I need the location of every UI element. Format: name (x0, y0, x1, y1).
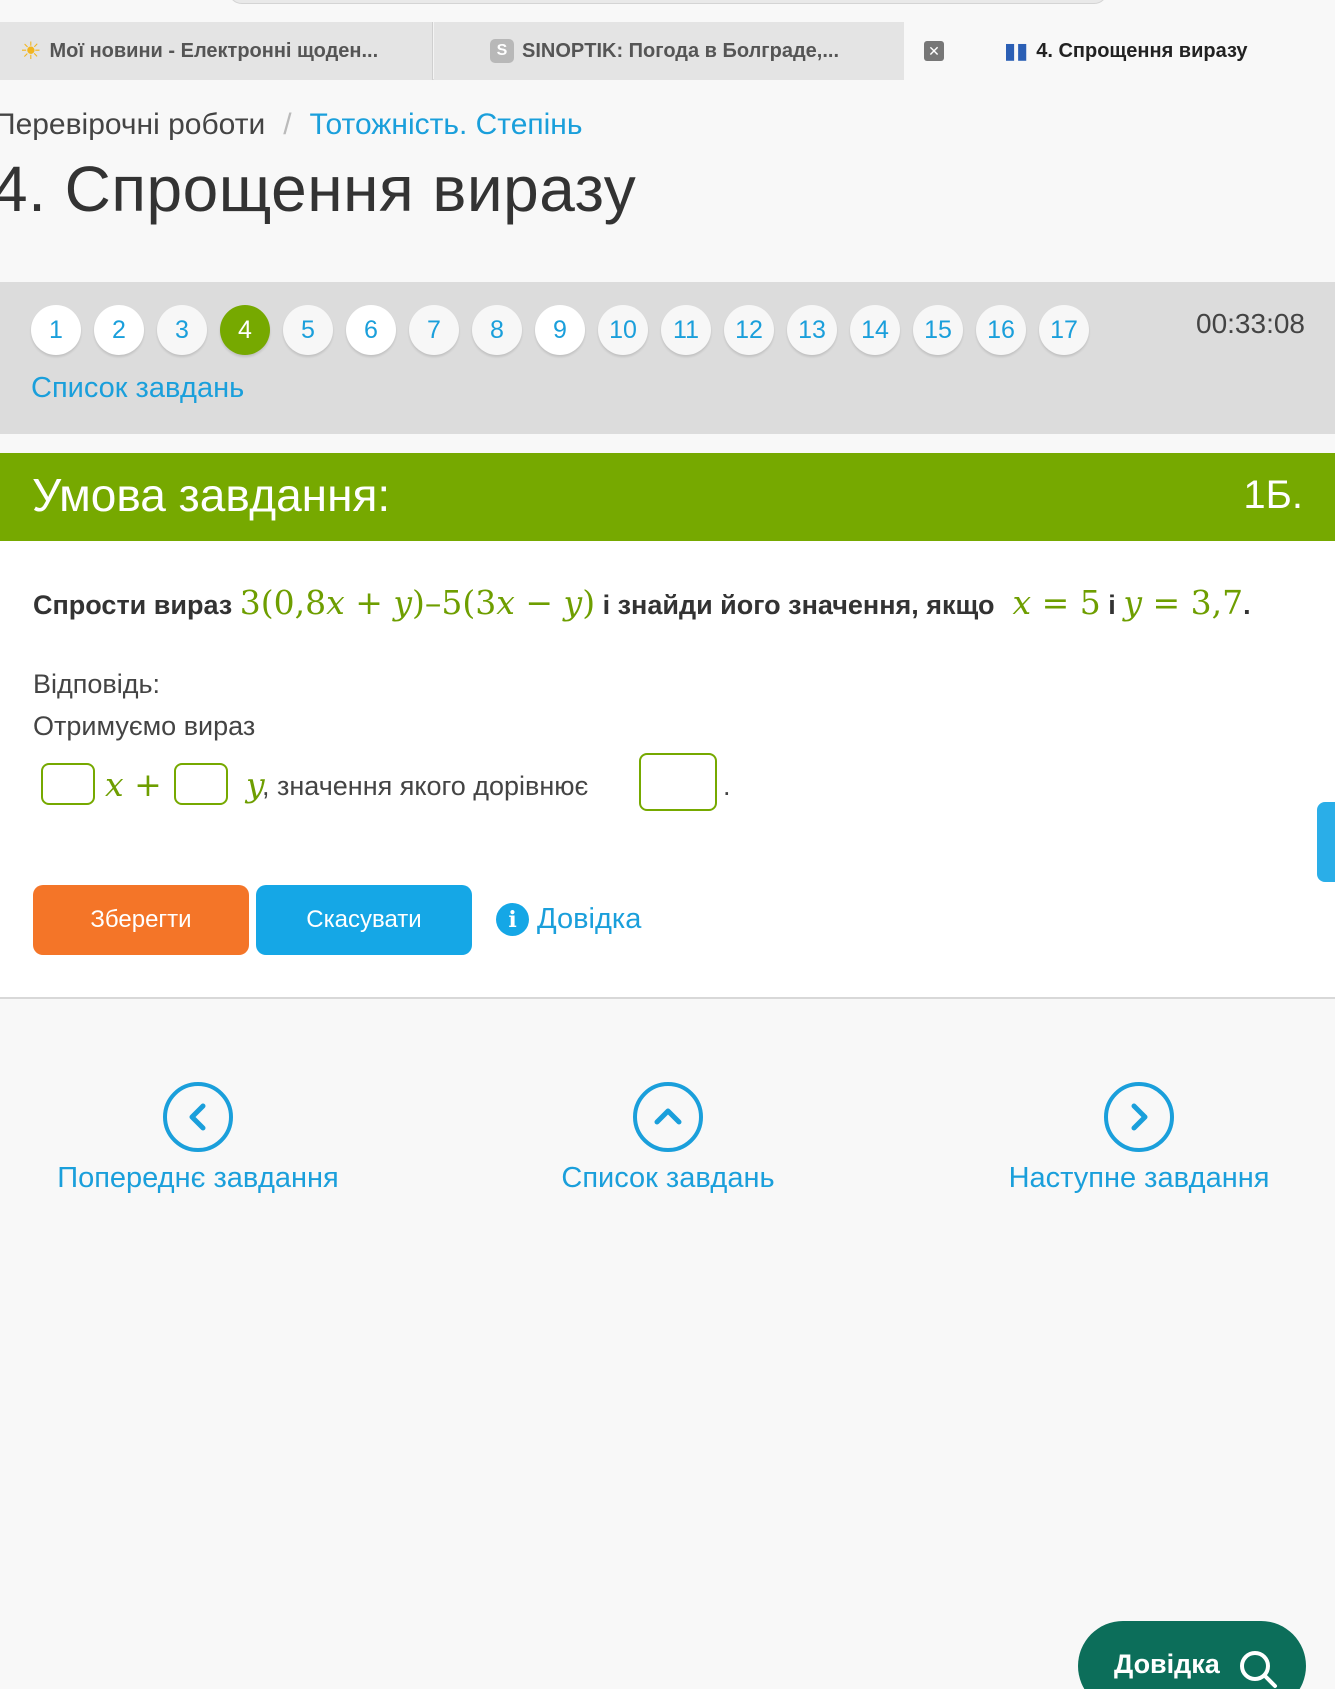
task-number[interactable]: 15 (913, 305, 963, 355)
timer: 00:33:08 (1196, 308, 1305, 339)
points-badge: 1Б. (1243, 473, 1303, 517)
chevron-left-icon (163, 1082, 233, 1152)
chevron-right-icon (1104, 1082, 1174, 1152)
question-prefix: Спрости вираз (33, 590, 233, 620)
previous-task-link[interactable]: Попереднє завдання (48, 1082, 348, 1195)
question-and: і (1108, 590, 1116, 620)
breadcrumb-parent[interactable]: Перевірочні роботи (0, 108, 265, 142)
task-number-active[interactable]: 4 (220, 305, 270, 355)
answer-end: . (723, 771, 731, 801)
condition-title: Умова завдання: (32, 469, 391, 521)
task-number[interactable]: 3 (157, 305, 207, 355)
next-task-label: Наступне завдання (1008, 1162, 1270, 1194)
expression: 3(0,8x + y)–5(3x − y) (239, 583, 596, 622)
task-list-nav-label: Список завдань (561, 1162, 775, 1194)
task-navigation: 1 2 3 4 5 6 7 8 9 10 11 12 13 14 15 16 1… (0, 282, 1335, 434)
answer-value-text: , значення якого дорівнює (262, 771, 589, 801)
answer-var-x: x + (105, 765, 162, 804)
browser-tab-sinoptik[interactable]: S SINOPTIK: Погода в Болграде,... (434, 22, 904, 80)
browser-tab-news[interactable]: ☀ Мої новини - Електронні щоден... (0, 22, 433, 80)
side-feedback-tab[interactable] (1317, 802, 1335, 882)
task-number[interactable]: 13 (787, 305, 837, 355)
value-input[interactable] (639, 753, 717, 811)
task-number[interactable]: 2 (94, 305, 144, 355)
address-bar[interactable] (228, 0, 1108, 4)
task-number[interactable]: 7 (409, 305, 459, 355)
breadcrumb-separator: / (283, 108, 292, 141)
task-number[interactable]: 8 (472, 305, 522, 355)
page: ☀ Мої новини - Електронні щоден... S SIN… (0, 0, 1335, 1689)
task-number[interactable]: 16 (976, 305, 1026, 355)
condition-x: x = 5 (1012, 583, 1101, 622)
task-number[interactable]: 9 (535, 305, 585, 355)
help-fab-label: Довідка (1114, 1649, 1220, 1679)
answer-intro: Отримуємо вираз (33, 711, 256, 741)
tab-label: Мої новини - Електронні щоден... (49, 39, 379, 62)
close-icon[interactable]: ✕ (924, 41, 944, 61)
breadcrumb-current[interactable]: Тотожність. Степінь (310, 108, 583, 142)
search-icon (1239, 1651, 1277, 1688)
task-list-link[interactable]: Список завдань (31, 372, 244, 405)
question-mid: і знайди його значення, якщо (602, 590, 995, 620)
info-icon: i (496, 903, 529, 936)
task-number[interactable]: 17 (1039, 305, 1089, 355)
task-number[interactable]: 10 (598, 305, 648, 355)
book-icon: ▮▮ (1004, 38, 1029, 63)
task-number[interactable]: 1 (31, 305, 81, 355)
help-link-label: Довідка (537, 903, 642, 935)
browser-tab-current[interactable]: ✕ ▮▮ 4. Спрощення виразу (904, 22, 1335, 80)
task-number[interactable]: 14 (850, 305, 900, 355)
save-button[interactable]: Зберегти (33, 885, 249, 955)
help-floating-button[interactable]: Довідка (1078, 1621, 1306, 1689)
task-number[interactable]: 12 (724, 305, 774, 355)
condition-body: Спрости вираз 3(0,8x + y)–5(3x − y) і зн… (0, 541, 1335, 999)
task-number[interactable]: 5 (283, 305, 333, 355)
answer-label: Відповідь: (33, 669, 161, 699)
breadcrumb: Перевірочні роботи / Тотожність. Степінь (0, 108, 583, 142)
task-list-nav-link[interactable]: Список завдань (548, 1082, 788, 1195)
coefficient-y-input[interactable] (174, 763, 228, 805)
question-end: . (1243, 590, 1251, 620)
browser-tab-bar: ☀ Мої новини - Електронні щоден... S SIN… (0, 22, 1335, 80)
coefficient-x-input[interactable] (41, 763, 95, 805)
condition-y: y = 3,7 (1123, 583, 1244, 622)
page-title: 4. Спрощення виразу (0, 153, 637, 225)
tab-label: SINOPTIK: Погода в Болграде,... (522, 39, 840, 62)
chevron-up-icon (633, 1082, 703, 1152)
question-text: Спрости вираз 3(0,8x + y)–5(3x − y) і зн… (33, 583, 1251, 622)
task-number[interactable]: 11 (661, 305, 711, 355)
sun-icon: ☀ (20, 37, 42, 65)
condition-header: Умова завдання: 1Б. (0, 453, 1335, 541)
previous-task-label: Попереднє завдання (57, 1162, 339, 1194)
next-task-link[interactable]: Наступне завдання (1000, 1082, 1278, 1195)
task-number[interactable]: 6 (346, 305, 396, 355)
s-favicon-icon: S (490, 39, 514, 63)
cancel-button[interactable]: Скасувати (256, 885, 472, 955)
help-link[interactable]: i Довідка (496, 903, 641, 936)
tab-label: 4. Спрощення виразу (1036, 39, 1248, 62)
